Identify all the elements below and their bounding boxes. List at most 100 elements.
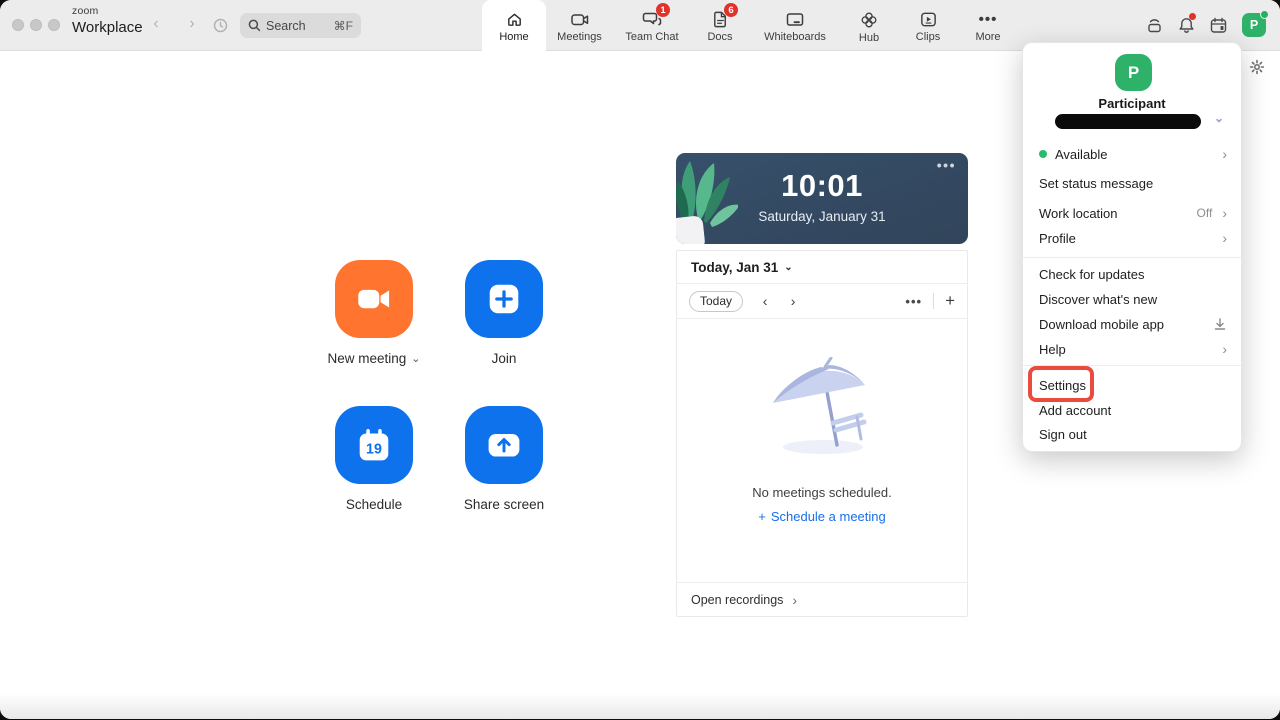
tab-home[interactable]: Home: [482, 0, 546, 51]
window-minimize-button[interactable]: [30, 19, 42, 31]
menu-item-sign-out[interactable]: Sign out: [1023, 423, 1241, 445]
calendar-date-header[interactable]: Today, Jan 31 ⌄: [677, 251, 967, 284]
schedule-label: Schedule: [346, 497, 402, 512]
menu-item-download-mobile-app[interactable]: Download mobile app: [1023, 313, 1241, 335]
redacted-email-bar: [1055, 114, 1201, 129]
menu-item-status-available[interactable]: Available ›: [1023, 143, 1241, 165]
menu-item-help[interactable]: Help ›: [1023, 338, 1241, 360]
nav-forward-button[interactable]: ›: [182, 14, 202, 34]
available-status-dot: [1039, 150, 1047, 158]
plus-icon: +: [758, 509, 766, 524]
tab-meetings[interactable]: Meetings: [546, 0, 613, 51]
menu-item-discover-whats-new[interactable]: Discover what's new: [1023, 288, 1241, 310]
chevron-right-icon: ›: [1222, 205, 1227, 221]
calendar-prev-button[interactable]: ‹: [751, 293, 779, 309]
calendar-more-icon[interactable]: •••: [905, 294, 922, 309]
zoom-workplace-window: zoom Workplace ‹ › Search ⌘F Home Meetin…: [0, 0, 1280, 719]
profile-avatar-large: P: [1115, 54, 1152, 91]
tab-team-chat[interactable]: 1 Team Chat: [613, 0, 691, 51]
nav-back-button[interactable]: ‹: [146, 14, 166, 34]
new-meeting-button[interactable]: [335, 260, 413, 338]
menu-item-settings[interactable]: Settings: [1023, 374, 1241, 396]
tab-clips[interactable]: Clips: [897, 0, 959, 51]
schedule-action: 19 Schedule: [309, 406, 439, 552]
window-zoom-button[interactable]: [48, 19, 60, 31]
calendar-next-button[interactable]: ›: [779, 293, 807, 309]
menu-item-add-account[interactable]: Add account: [1023, 399, 1241, 421]
profile-name: Participant: [1023, 96, 1241, 111]
home-settings-gear-icon[interactable]: [1249, 59, 1267, 77]
window-bottom-fade: [0, 693, 1280, 719]
connect-device-icon[interactable]: [1138, 16, 1170, 35]
share-screen-label: Share screen: [464, 497, 544, 512]
more-dots-icon: •••: [979, 11, 998, 29]
tab-more[interactable]: ••• More: [959, 0, 1017, 51]
search-input[interactable]: Search ⌘F: [240, 13, 361, 38]
menu-item-check-for-updates[interactable]: Check for updates: [1023, 263, 1241, 285]
zoom-workplace-logo: zoom Workplace: [72, 6, 143, 35]
whiteboard-icon: [785, 10, 805, 29]
calendar-panel: Today, Jan 31 ⌄ Today ‹ › ••• + No meeti…: [676, 250, 968, 617]
toolbar-divider: [933, 293, 934, 309]
home-action-grid: New meeting ⌄ Join 19 Schedule Share scr…: [309, 260, 569, 552]
profile-dropdown-menu: P Participant ⌄ Available › Set status m…: [1022, 42, 1242, 452]
today-button[interactable]: Today: [689, 291, 743, 312]
presence-dot: [1260, 10, 1269, 19]
profile-avatar-button[interactable]: P: [1242, 13, 1266, 37]
schedule-calendar-icon: 19: [352, 423, 396, 467]
menu-item-profile[interactable]: Profile ›: [1023, 227, 1241, 249]
calendar-toolbar: Today ‹ › ••• +: [677, 284, 967, 319]
tab-whiteboards[interactable]: Whiteboards: [749, 0, 841, 51]
join-button[interactable]: [465, 260, 543, 338]
join-plus-icon: [482, 277, 526, 321]
beach-umbrella-illustration: [763, 357, 881, 457]
svg-text:19: 19: [366, 441, 382, 457]
video-camera-icon: [570, 10, 590, 29]
share-screen-button[interactable]: [465, 406, 543, 484]
clips-icon: [919, 10, 938, 29]
download-icon: [1213, 317, 1227, 331]
team-chat-badge: 1: [656, 3, 670, 17]
menu-divider: [1023, 257, 1241, 258]
search-shortcut: ⌘F: [334, 19, 353, 33]
main-tab-bar: Home Meetings 1 Team Chat 6 Docs Whitebo…: [482, 0, 1017, 51]
schedule-a-meeting-link[interactable]: + Schedule a meeting: [758, 509, 886, 524]
clock-card: ••• 10:01 Saturday, January 31: [676, 153, 968, 244]
calendar-add-button[interactable]: +: [945, 291, 955, 311]
join-action: Join: [439, 260, 569, 406]
hub-icon: [859, 10, 879, 30]
menu-item-set-status-message[interactable]: Set status message: [1023, 172, 1241, 194]
tab-hub[interactable]: Hub: [841, 0, 897, 51]
search-placeholder: Search: [266, 19, 334, 33]
brand-zoom-text: zoom: [72, 6, 143, 17]
menu-divider: [1023, 365, 1241, 366]
join-label: Join: [492, 351, 517, 366]
tab-docs[interactable]: 6 Docs: [691, 0, 749, 51]
home-icon: [505, 10, 524, 29]
chevron-right-icon: ›: [1222, 341, 1227, 357]
menu-item-work-location[interactable]: Work location Off ›: [1023, 202, 1241, 224]
chevron-down-icon[interactable]: ⌄: [1214, 111, 1224, 125]
clock-date: Saturday, January 31: [676, 209, 968, 224]
chevron-right-icon: ›: [1222, 230, 1227, 246]
clock-time: 10:01: [676, 168, 968, 204]
schedule-button[interactable]: 19: [335, 406, 413, 484]
calendar-icon[interactable]: [1202, 16, 1234, 35]
history-icon[interactable]: [212, 17, 229, 34]
window-close-button[interactable]: [12, 19, 24, 31]
docs-badge: 6: [724, 3, 738, 17]
chevron-right-icon: ›: [792, 592, 797, 608]
work-location-value: Off: [1197, 206, 1213, 220]
no-meetings-message: No meetings scheduled.: [752, 485, 891, 500]
video-camera-icon: [353, 278, 395, 320]
calendar-empty-state: No meetings scheduled. + Schedule a meet…: [677, 319, 967, 582]
share-screen-icon: [482, 423, 526, 467]
notifications-bell-icon[interactable]: [1170, 16, 1202, 35]
brand-workplace-text: Workplace: [72, 20, 143, 35]
share-screen-action: Share screen: [439, 406, 569, 552]
chevron-down-icon[interactable]: ⌄: [411, 352, 420, 365]
new-meeting-action: New meeting ⌄: [309, 260, 439, 406]
new-meeting-label: New meeting: [327, 351, 406, 366]
notification-dot: [1189, 13, 1196, 20]
open-recordings-link[interactable]: Open recordings ›: [677, 582, 967, 616]
